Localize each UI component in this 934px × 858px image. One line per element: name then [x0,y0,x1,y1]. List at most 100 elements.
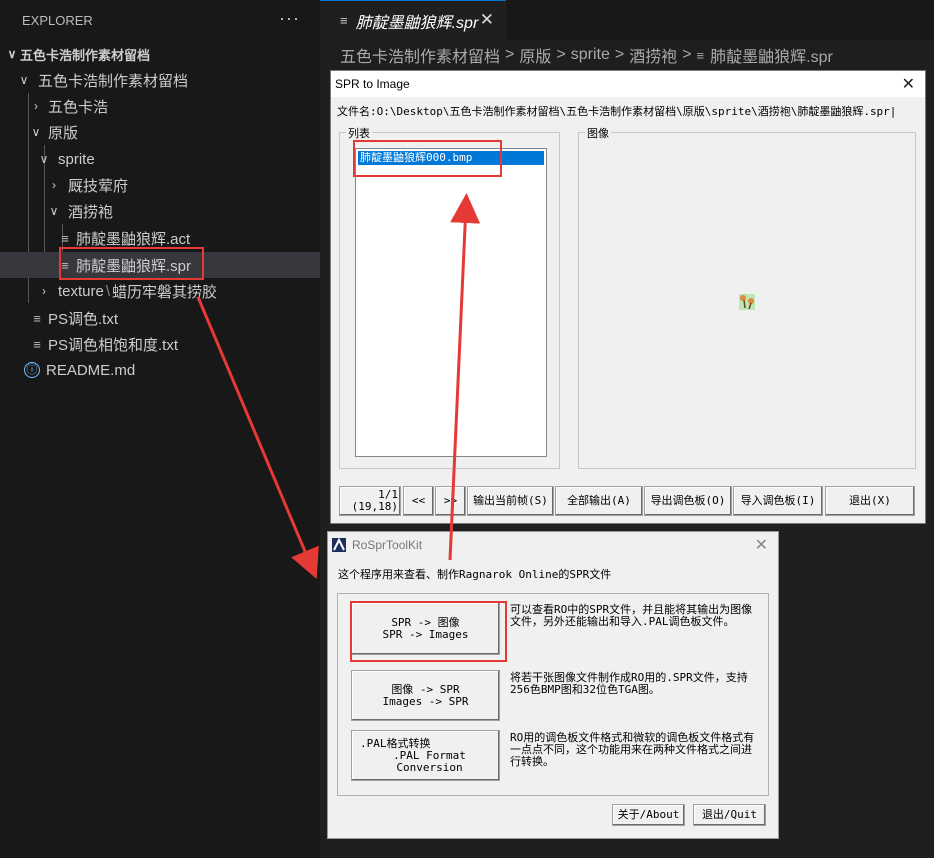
tree-item-label: 肺靛墨鼬狼辉.act [76,230,191,248]
intro-text: 这个程序用来查看、制作Ragnarok Online的SPR文件 [338,568,612,581]
file-lines-icon: ≡ [33,310,41,326]
sprite-preview-image [737,292,757,312]
close-icon[interactable]: ✕ [755,535,768,554]
filename-label: 文件名:O:\Desktop\五色卡浩制作素材留档\五色卡浩制作素材留档\原版\… [337,105,897,118]
tree-file-selected[interactable]: ≡ 肺靛墨鼬狼辉.spr [0,252,320,278]
tree-folder[interactable]: ∨ sprite [0,146,320,172]
breadcrumb-item[interactable]: 肺靛墨鼬狼辉.spr [710,43,833,67]
image-groupbox: 图像 [578,125,916,469]
tree-folder[interactable]: ∨ 酒捞袍 [0,198,320,224]
tree-file[interactable]: ≡ 肺靛墨鼬狼辉.act [0,225,320,251]
frame-listbox[interactable]: 肺靛墨鼬狼辉000.bmp [355,148,547,457]
next-frame-button[interactable]: >> [435,486,466,516]
image-legend: 图像 [585,125,611,141]
dialog-title: SPR to Image [335,77,410,91]
close-icon[interactable]: ✕ [480,10,494,30]
path-separator: \ [105,282,111,300]
chevron-down-icon: ∨ [19,73,29,87]
chevron-down-icon: ∨ [49,204,59,218]
breadcrumb-item[interactable]: 酒捞袍 [629,43,677,67]
tool-description: RO用的调色板文件格式和微软的调色板文件格式有一点点不同，这个功能用来在两种文件… [510,731,755,768]
list-legend: 列表 [346,125,372,141]
tree-item-label: 五色卡浩制作素材留档 [38,72,189,90]
button-label-en: Images -> SPR [382,694,469,708]
export-current-frame-button[interactable]: 输出当前帧(S) [467,486,554,516]
tree-item-label: PS调色.txt [48,310,119,328]
tree-item-label: 蜡历牢磐其捞胶 [112,283,218,301]
exit-button[interactable]: 退出(X) [825,486,915,516]
list-groupbox: 列表 肺靛墨鼬狼辉000.bmp [339,125,560,469]
breadcrumb-separator: > [556,46,566,63]
chevron-right-icon: › [34,99,38,113]
button-label-cn: 图像 -> SPR [391,682,460,696]
tree-root-folder[interactable]: ∨ 五色卡浩制作素材留档 [0,41,320,67]
tree-item-label: 肺靛墨鼬狼辉.spr [76,257,192,275]
breadcrumb: 五色卡浩制作素材留档 > 原版 > sprite > 酒捞袍 > ≡ 肺靛墨鼬狼… [320,40,934,70]
app-logo-icon [332,537,346,552]
explorer-header: EXPLORER ··· [0,0,320,40]
tree-item-label: sprite [58,150,95,168]
close-icon[interactable]: ✕ [902,74,915,93]
spr-to-images-button[interactable]: SPR -> 图像 SPR -> Images [351,602,500,655]
quit-button[interactable]: 退出/Quit [693,804,766,826]
spr-to-image-dialog: SPR to Image ✕ 文件名:O:\Desktop\五色卡浩制作素材留档… [330,70,926,524]
tree-item-label: README.md [46,361,136,379]
export-palette-button[interactable]: 导出调色板(O) [644,486,732,516]
tree-file[interactable]: ≡ PS调色.txt [0,305,320,331]
explorer-title: EXPLORER [22,12,93,28]
tree-item-label: 五色卡浩制作素材留档 [20,47,151,63]
file-lines-icon: ≡ [340,13,348,28]
tree-item-label: 厩技荤府 [68,177,129,195]
tab-label: 肺靛墨鼬狼辉.spr [355,14,479,32]
rosprtoolkit-dialog: RoSprToolKit ✕ 这个程序用来查看、制作Ragnarok Onlin… [327,531,779,839]
import-palette-button[interactable]: 导入调色板(I) [733,486,823,516]
tree-folder[interactable]: ∨ 原版 [0,119,320,145]
button-label-cn: .PAL格式转换 [360,736,431,750]
tools-groupbox: SPR -> 图像 SPR -> Images 可以查看RO中的SPR文件，并且… [337,593,769,796]
tree-item-label: 原版 [48,124,79,142]
breadcrumb-item[interactable]: 五色卡浩制作素材留档 [340,43,500,67]
prev-frame-button[interactable]: << [403,486,434,516]
list-item-selected[interactable]: 肺靛墨鼬狼辉000.bmp [358,151,544,165]
chevron-down-icon: ∨ [31,125,41,139]
dialog-title: RoSprToolKit [352,538,423,552]
file-lines-icon: ≡ [61,257,69,273]
tree-item-label: texture [58,282,104,300]
more-actions-icon[interactable]: ··· [279,8,300,29]
chevron-right-icon: › [42,284,46,298]
about-button[interactable]: 关于/About [612,804,685,826]
breadcrumb-item[interactable]: 原版 [519,43,551,67]
file-lines-icon: ≡ [33,336,41,352]
images-to-spr-button[interactable]: 图像 -> SPR Images -> SPR [351,670,500,721]
file-lines-icon: ≡ [61,230,69,246]
tree-folder[interactable]: › 厩技荤府 [0,172,320,198]
frame-counter: 1/1 (19,18) [339,486,401,516]
tool-description: 将若干张图像文件制作成RO用的.SPR文件，支持256色BMP图和32位色TGA… [510,671,748,696]
chevron-right-icon: › [52,178,56,192]
chevron-down-icon: ∨ [39,152,49,166]
button-label-en: SPR -> Images [382,627,469,641]
breadcrumb-separator: > [682,46,692,63]
editor-tab-bar: ≡ 肺靛墨鼬狼辉.spr ✕ [320,0,934,40]
breadcrumb-item[interactable]: sprite [571,46,610,64]
frame-size: (19,18) [351,500,398,513]
tree-folder[interactable]: ∨ 五色卡浩制作素材留档 [0,67,320,93]
tree-file[interactable]: ≡ PS调色相饱和度.txt [0,331,320,357]
breadcrumb-separator: > [614,46,625,63]
chevron-down-icon: ∨ [7,47,17,61]
tree-item-label: 酒捞袍 [68,203,114,221]
dialog-titlebar: RoSprToolKit ✕ [328,532,778,558]
button-label-en: .PAL Format Conversion [393,748,466,774]
tree-folder[interactable]: › 五色卡浩 [0,93,320,119]
tree-item-label: PS调色相饱和度.txt [48,336,179,354]
dialog-titlebar: SPR to Image ✕ [331,71,925,97]
tab-spr-file[interactable]: ≡ 肺靛墨鼬狼辉.spr ✕ [320,0,506,40]
export-all-button[interactable]: 全部输出(A) [555,486,643,516]
tree-item-label: 五色卡浩 [48,98,109,116]
tree-folder[interactable]: › texture \ 蜡历牢磐其捞胶 [0,278,320,304]
pal-format-conversion-button[interactable]: .PAL格式转换 .PAL Format Conversion [351,730,500,781]
button-label-cn: SPR -> 图像 [391,615,460,629]
file-lines-icon: ≡ [696,47,705,63]
tree-file[interactable]: ⓘ README.md [0,357,320,383]
explorer-panel: EXPLORER ··· ∨ 五色卡浩制作素材留档 ∨ 五色卡浩制作素材留档 ›… [0,0,320,858]
